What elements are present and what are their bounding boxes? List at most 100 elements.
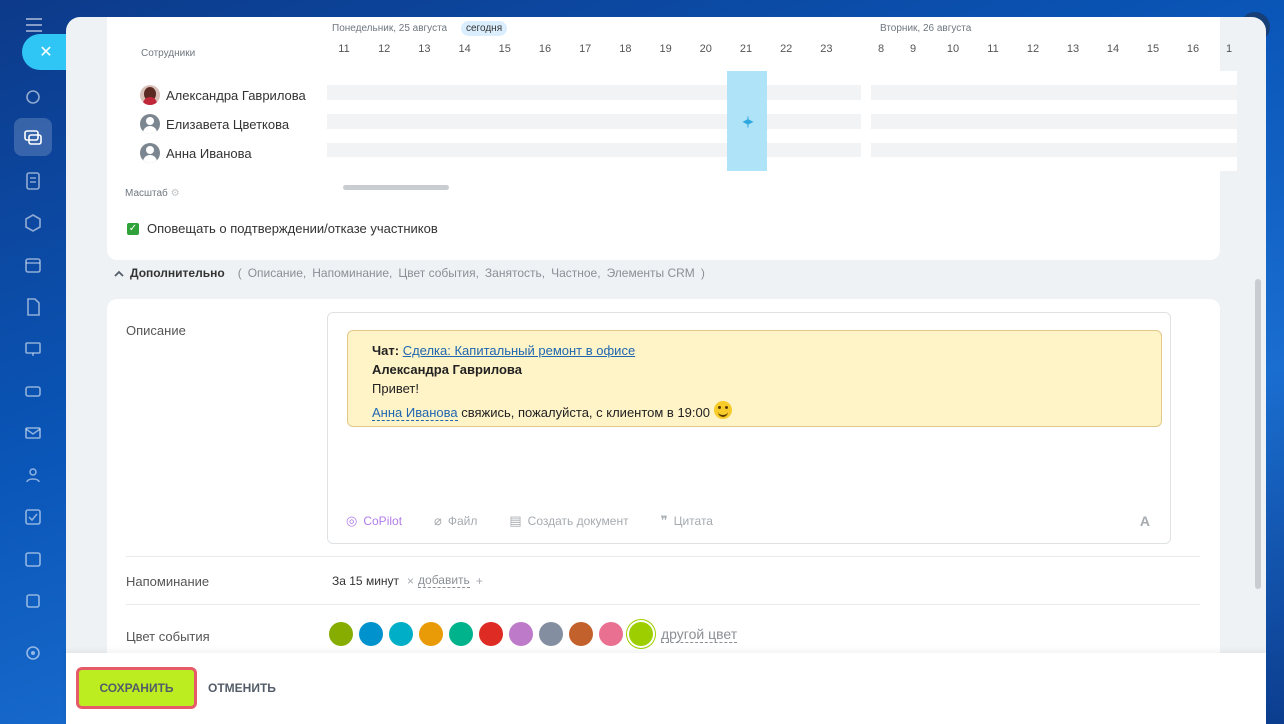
color-swatch[interactable] <box>419 622 443 646</box>
additional-item[interactable]: Элементы CRM <box>607 266 695 280</box>
chat-prefix: Чат: <box>372 343 400 358</box>
color-swatch[interactable] <box>359 622 383 646</box>
resize-handle-icon[interactable]: ◂|▸ <box>742 114 753 128</box>
additional-item[interactable]: Цвет события, <box>398 266 479 280</box>
reminder-value: За 15 минут <box>332 573 400 588</box>
hour-label: 16 <box>1186 43 1200 55</box>
color-picker: другой цвет <box>329 622 738 646</box>
chevron-up-icon[interactable] <box>114 266 124 280</box>
planner-card: Понедельник, 25 августа сегодня Вторник,… <box>107 17 1237 260</box>
hour-label: 19 <box>659 43 672 55</box>
calendar-icon[interactable] <box>20 252 46 278</box>
create-document-button[interactable]: ▤ Создать документ <box>509 513 628 529</box>
description-label: Описание <box>126 323 186 338</box>
employee-row[interactable]: Анна Иванова <box>140 142 252 164</box>
hour-label: 23 <box>820 43 833 55</box>
employee-name: Анна Иванова <box>166 145 252 161</box>
color-swatch[interactable] <box>569 622 593 646</box>
today-badge: сегодня <box>461 21 508 36</box>
notify-checkbox-row[interactable]: ✓ Оповещать о подтверждении/отказе участ… <box>127 221 438 236</box>
chat-quote: Чат: Сделка: Капитальный ремонт в офисе … <box>347 330 1162 427</box>
color-swatch[interactable] <box>449 622 473 646</box>
settings-icon[interactable] <box>20 640 46 666</box>
selected-time-slot[interactable]: ◂|▸ <box>727 71 767 171</box>
hour-label: 11 <box>987 43 999 55</box>
mail-icon[interactable] <box>20 420 46 446</box>
additional-items: (Описание, Напоминание, Цвет события, Занят… <box>237 266 705 280</box>
hour-label: 15 <box>1146 43 1160 55</box>
description-editor[interactable]: Чат: Сделка: Капитальный ремонт в офисе … <box>327 312 1171 544</box>
cancel-button[interactable]: ОТМЕНИТЬ <box>208 681 276 695</box>
hour-label: 21 <box>739 43 753 55</box>
avatar <box>140 114 160 134</box>
notify-checkbox[interactable]: ✓ <box>127 222 139 235</box>
other-color-link[interactable]: другой цвет <box>661 626 738 643</box>
close-slider-button[interactable]: ✕ <box>22 34 70 70</box>
save-button[interactable]: СОХРАНИТЬ <box>76 667 197 709</box>
divider <box>126 556 1200 557</box>
additional-item[interactable]: Описание, <box>248 266 307 280</box>
document-icon[interactable] <box>20 294 46 320</box>
left-sidebar: ✕ <box>0 0 70 724</box>
hour-label: 18 <box>619 43 632 55</box>
mention-link[interactable]: Анна Иванова <box>372 405 458 421</box>
hour-label: 14 <box>458 43 471 55</box>
timeline-scrollbar[interactable] <box>343 185 449 190</box>
editor-toolbar: ◎ CoPilot ⌀ Файл ▤ Создать документ ❞ Ци… <box>346 513 745 529</box>
activity-icon[interactable] <box>20 84 46 110</box>
color-swatch[interactable] <box>509 622 533 646</box>
smile-emoji-icon <box>714 401 732 419</box>
hour-label: 9 <box>909 43 917 55</box>
close-icon: ✕ <box>39 44 53 61</box>
scale-label[interactable]: Масштаб ⚙ <box>125 188 180 199</box>
file-button[interactable]: ⌀ Файл <box>434 513 477 529</box>
employee-name: Елизавета Цветкова <box>166 116 290 132</box>
hexagon-icon[interactable] <box>20 210 46 236</box>
plus-icon[interactable]: + <box>476 574 483 588</box>
employee-row[interactable]: Елизавета Цветкова <box>140 113 289 135</box>
storage-icon[interactable] <box>20 588 46 614</box>
color-swatch[interactable] <box>539 622 563 646</box>
quote-button[interactable]: ❞ Цитата <box>661 513 713 529</box>
color-swatch[interactable] <box>599 622 623 646</box>
additional-section-toggle[interactable]: Дополнительно (Описание, Напоминание, Цвет… <box>114 266 708 280</box>
employee-row[interactable]: Александра Гаврилова <box>140 84 306 106</box>
check-icon[interactable] <box>20 504 46 530</box>
remove-reminder-icon[interactable]: × <box>407 574 414 588</box>
quote-icon: ❞ <box>660 513 668 528</box>
timeline-grid-day1[interactable] <box>327 71 861 171</box>
drive-icon[interactable] <box>20 378 46 404</box>
tasks-icon[interactable] <box>20 168 46 194</box>
document-icon: ▤ <box>509 513 522 528</box>
hour-label: 22 <box>780 43 793 55</box>
event-color-label: Цвет события <box>126 629 210 644</box>
hour-label: 15 <box>498 43 511 55</box>
vertical-scrollbar[interactable] <box>1255 279 1261 589</box>
employee-name: Александра Гаврилова <box>166 87 306 103</box>
form-footer: СОХРАНИТЬ ОТМЕНИТЬ <box>66 653 1266 724</box>
schedule-icon[interactable] <box>20 546 46 572</box>
day2-label: Вторник, 26 августа <box>880 23 972 34</box>
chat-icon[interactable] <box>14 118 52 156</box>
hour-label: 13 <box>418 43 431 55</box>
additional-item[interactable]: Занятость, <box>485 266 545 280</box>
color-swatch[interactable] <box>479 622 503 646</box>
text-format-button[interactable]: A <box>1140 513 1150 529</box>
copilot-button[interactable]: ◎ CoPilot <box>346 513 402 529</box>
avatar <box>140 85 160 105</box>
gear-icon[interactable]: ⚙ <box>171 188 180 199</box>
color-swatch[interactable] <box>629 622 653 646</box>
add-reminder-link[interactable]: добавить <box>418 573 470 588</box>
hour-label: 16 <box>538 43 552 55</box>
color-swatch[interactable] <box>329 622 353 646</box>
additional-item[interactable]: Частное, <box>551 266 600 280</box>
additional-item[interactable]: Напоминание, <box>312 266 392 280</box>
hour-label: 13 <box>1066 43 1080 55</box>
hour-label: 14 <box>1106 43 1120 55</box>
color-swatch[interactable] <box>389 622 413 646</box>
board-icon[interactable] <box>20 336 46 362</box>
chat-link[interactable]: Сделка: Капитальный ремонт в офисе <box>403 343 636 358</box>
group-icon[interactable] <box>20 462 46 488</box>
timeline-grid-day2[interactable] <box>871 71 1237 171</box>
hour-label: 12 <box>378 43 391 55</box>
